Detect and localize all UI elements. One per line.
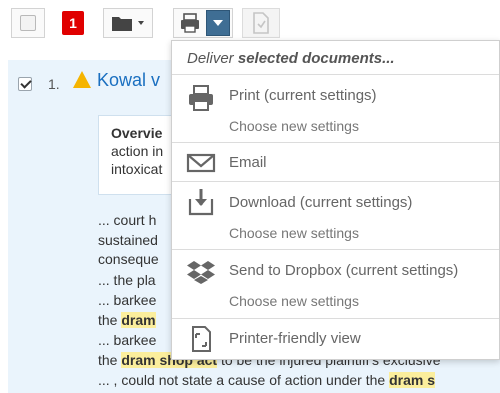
chevron-down-icon [213,20,223,26]
download-icon [188,189,214,216]
result-number: 1. [48,76,60,92]
snippet-line: ... , could not state a cause of action … [98,372,435,388]
dropdown-header: Deliver selected documents... [187,50,395,67]
snippet-line: sustained [98,232,158,248]
snippet-line: the dram [98,312,156,328]
email-icon [186,153,216,173]
result-checkbox[interactable] [18,77,32,91]
divider [172,181,499,182]
select-all-button[interactable] [11,8,45,38]
snippet-line: ... the pla [98,272,156,288]
snippet-line: ... barkee [98,292,157,308]
download-choose-settings-item[interactable]: Choose new settings [229,225,359,241]
printer-icon [181,13,199,33]
disabled-action-button[interactable] [242,8,280,38]
dropbox-icon [187,261,215,284]
printer-friendly-icon [192,326,211,352]
print-dropdown-toggle[interactable] [206,10,230,36]
divider [172,142,499,143]
printer-friendly-view-item[interactable]: Printer-friendly view [229,330,361,347]
select-all-checkbox[interactable] [20,15,36,31]
document-icon [253,12,269,34]
snippet-line: conseque [98,251,159,267]
dropbox-current-settings-item[interactable]: Send to Dropbox (current settings) [229,262,458,279]
dropbox-choose-settings-item[interactable]: Choose new settings [229,293,359,309]
print-choose-settings-item[interactable]: Choose new settings [229,118,359,134]
page: 1 1. Kowal v Overvie action in intoxicat… [0,0,500,393]
download-current-settings-item[interactable]: Download (current settings) [229,194,412,211]
case-title-link[interactable]: Kowal v [97,70,160,91]
snippet-line: ... barkee [98,332,157,348]
folder-button[interactable] [103,8,153,38]
deliver-dropdown-menu: Deliver selected documents... Print (cur… [171,40,500,360]
divider [172,318,499,319]
divider [172,249,499,250]
selected-count-badge: 1 [62,11,84,35]
email-item[interactable]: Email [229,154,267,171]
snippet-line: ... court h [98,212,157,228]
print-current-settings-item[interactable]: Print (current settings) [229,87,377,104]
divider [172,74,499,75]
folder-icon [112,17,144,31]
printer-icon [189,85,213,111]
warning-icon [73,71,91,88]
